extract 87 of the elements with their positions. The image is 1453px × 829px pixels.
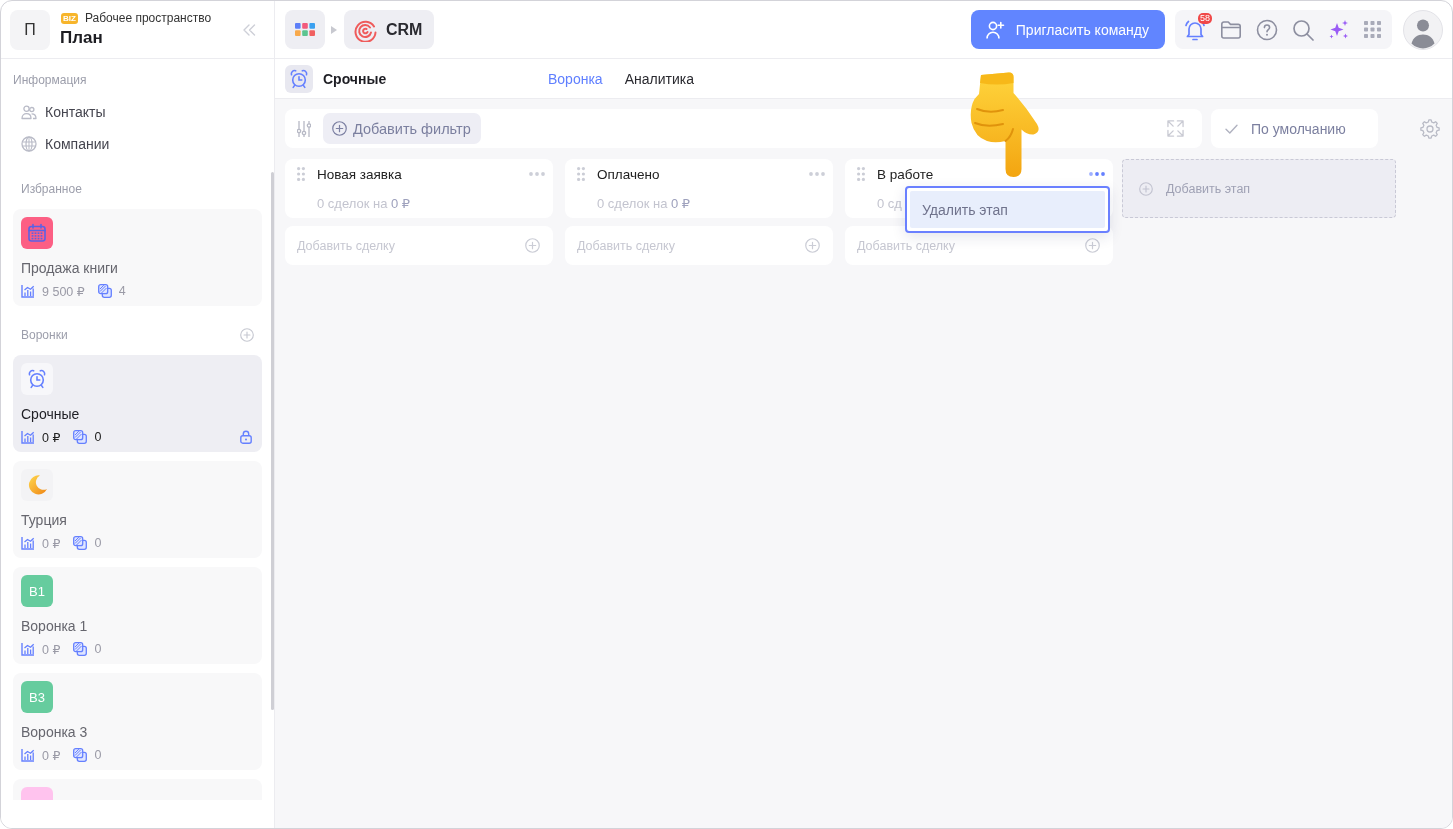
bar-chart-icon: [21, 430, 35, 444]
stacked-squares-icon: [73, 748, 88, 762]
bar-chart-icon: [21, 284, 35, 298]
stacked-squares-icon: [97, 284, 112, 298]
workspace-name: План: [60, 28, 104, 48]
user-plus-icon: [984, 19, 1005, 40]
user-avatar[interactable]: [1403, 9, 1443, 50]
more-options-icon[interactable]: [529, 172, 545, 176]
plus-circle-icon: [525, 238, 540, 253]
plus-circle-icon: [1139, 181, 1153, 196]
view-select[interactable]: По умолчанию: [1211, 109, 1378, 148]
bar-chart-icon: [21, 748, 35, 762]
breadcrumb-arrow-icon: [331, 25, 337, 34]
drag-handle-icon[interactable]: [297, 167, 305, 181]
deal-amount: 0 ₽: [42, 429, 61, 445]
stage-summary: 0 сделок на 0 ₽: [597, 197, 692, 211]
sliders-icon[interactable]: [297, 119, 311, 138]
deal-count: 0: [94, 748, 102, 762]
funnel-card[interactable]: Срочные 0 ₽ 0: [13, 355, 262, 452]
pointing-hand-icon: [969, 71, 1041, 177]
deal-count: 0: [94, 642, 102, 656]
funnel-title: Срочные: [323, 70, 387, 87]
more-options-icon[interactable]: [809, 172, 825, 176]
funnel-card[interactable]: Турция 0 ₽ 0: [13, 461, 262, 558]
deal-amount: 0 ₽: [42, 641, 61, 657]
bar-chart-icon: [21, 536, 35, 550]
deal-amount: 9 500 ₽: [42, 283, 85, 299]
sidebar-link[interactable]: Компании: [13, 128, 262, 160]
menu-item[interactable]: Удалить этап: [910, 191, 1105, 228]
add-filter-button[interactable]: Добавить фильтр: [323, 113, 481, 144]
stage-title: Оплачено: [597, 166, 660, 182]
stacked-squares-icon: [73, 642, 88, 656]
dots-grid-icon[interactable]: [1364, 21, 1381, 38]
section-label: Информация: [13, 73, 87, 87]
stage-title: Новая заявка: [317, 166, 402, 182]
crm-button[interactable]: CRM: [344, 10, 435, 49]
drag-handle-icon[interactable]: [857, 167, 865, 181]
funnel-card[interactable]: В3 Воронка 3 0 ₽ 0: [13, 673, 262, 770]
plus-circle-icon: [1085, 238, 1100, 253]
funnel-avatar: В1: [21, 575, 53, 607]
plan-badge: BIZ: [61, 12, 78, 24]
stage-title: В работе: [877, 166, 934, 182]
sidebar-link[interactable]: Контакты: [13, 96, 262, 128]
tab[interactable]: Аналитика: [624, 70, 694, 87]
check-icon: [1225, 123, 1238, 134]
deal-count: 4: [118, 284, 126, 298]
tab[interactable]: Воронка: [548, 70, 603, 87]
apps-button[interactable]: [285, 10, 325, 49]
scrollbar[interactable]: [271, 172, 274, 710]
sparkles-icon[interactable]: [1328, 18, 1350, 41]
funnel-name: Воронка 1: [21, 617, 89, 635]
notification-badge: 58: [1198, 12, 1212, 24]
app-grid-icon: [295, 23, 315, 36]
funnel-name: Срочные: [21, 405, 81, 423]
collapse-sidebar-icon[interactable]: [242, 23, 256, 36]
search-icon[interactable]: [1292, 18, 1314, 41]
section-label: Избранное: [21, 182, 82, 196]
more-options-icon[interactable]: [1089, 172, 1105, 176]
funnel-name: Воронка 3: [21, 723, 89, 741]
help-icon[interactable]: [1256, 18, 1278, 41]
drag-handle-icon[interactable]: [577, 167, 585, 181]
folder-icon[interactable]: [1220, 18, 1242, 41]
funnel-card[interactable]: В1 Воронка 1 0 ₽ 0: [13, 567, 262, 664]
funnel-avatar: В3: [21, 681, 53, 713]
plus-circle-icon[interactable]: [240, 328, 254, 342]
deal-amount: 0 ₽: [42, 535, 61, 551]
deal-amount: 0 ₽: [42, 747, 61, 763]
plus-circle-icon: [332, 121, 347, 136]
people-icon: [21, 104, 37, 120]
bar-chart-icon: [21, 642, 35, 656]
section-label: Воронки: [21, 328, 68, 342]
globe-icon: [21, 136, 37, 152]
funnel-card[interactable]: Продажа книги 9 500 ₽ 4: [13, 209, 262, 306]
settings-icon[interactable]: [1420, 118, 1440, 139]
funnel-name: Турция: [21, 511, 68, 529]
plus-circle-icon: [805, 238, 820, 253]
funnel-name: Продажа книги: [21, 259, 119, 277]
expand-icon[interactable]: [1167, 120, 1184, 137]
deal-count: 0: [94, 430, 102, 444]
invite-team-button[interactable]: Пригласить команду: [970, 10, 1165, 49]
stage-summary: 0 сделок на 0 ₽: [317, 197, 412, 211]
stacked-squares-icon: [73, 536, 88, 550]
workspace-label: Рабочее пространство: [84, 11, 212, 25]
workspace-avatar[interactable]: П: [10, 9, 50, 50]
stacked-squares-icon: [73, 430, 88, 444]
deal-count: 0: [94, 536, 102, 550]
alarm-clock-icon: [285, 64, 313, 93]
